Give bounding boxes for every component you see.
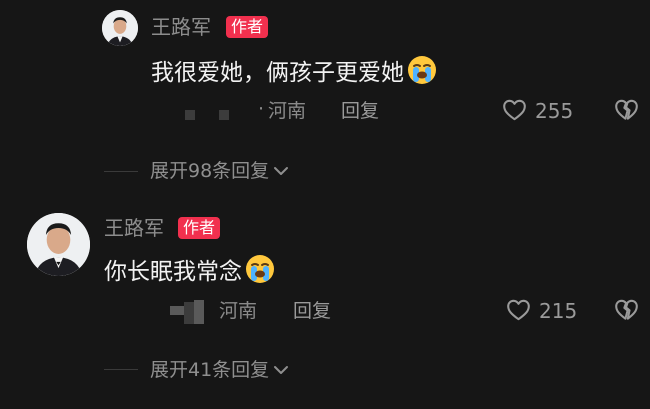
expand-divider — [104, 369, 138, 370]
heart-icon — [503, 99, 526, 121]
author-name[interactable]: 王路军 — [151, 15, 211, 39]
avatar[interactable] — [102, 10, 138, 46]
comment-text: 我很爱她，俩孩子更爱她 — [151, 54, 438, 88]
dislike-button[interactable] — [613, 97, 640, 123]
avatar[interactable] — [27, 213, 90, 276]
expand-replies-button[interactable]: 展开98条回复 — [150, 158, 289, 183]
like-count: 215 — [539, 299, 578, 323]
crying-face-emoji-icon — [406, 54, 438, 86]
chevron-down-icon — [273, 357, 289, 381]
blurred-username — [194, 300, 204, 324]
expand-replies-label: 展开41条回复 — [150, 359, 270, 381]
location-label: 河南 — [268, 100, 307, 122]
blurred-username — [219, 110, 229, 120]
blurred-username — [184, 302, 194, 324]
author-badge: 作者 — [226, 16, 269, 38]
location-separator: · — [258, 98, 265, 120]
heart-icon — [507, 299, 530, 321]
reply-button[interactable]: 回复 — [341, 99, 379, 123]
author-name[interactable]: 王路军 — [104, 216, 164, 240]
reply-button[interactable]: 回复 — [293, 299, 331, 323]
dislike-button[interactable] — [613, 297, 640, 323]
broken-heart-icon — [615, 299, 638, 320]
expand-replies-button[interactable]: 展开41条回复 — [150, 357, 289, 382]
broken-heart-icon — [615, 99, 638, 120]
like-count: 255 — [535, 99, 574, 123]
comment-text-content: 你长眠我常念 — [104, 259, 242, 285]
comment-text: 你长眠我常念 — [104, 253, 276, 287]
like-button[interactable] — [505, 297, 532, 323]
comment-text-content: 我很爱她，俩孩子更爱她 — [151, 60, 404, 86]
blurred-username — [170, 306, 184, 315]
author-badge: 作者 — [178, 217, 221, 239]
crying-face-emoji-icon — [244, 253, 276, 285]
like-button[interactable] — [501, 97, 528, 123]
expand-divider — [104, 171, 138, 172]
blurred-username — [185, 110, 195, 120]
location-label: 河南 — [219, 300, 258, 322]
chevron-down-icon — [273, 158, 289, 182]
expand-replies-label: 展开98条回复 — [150, 160, 270, 182]
